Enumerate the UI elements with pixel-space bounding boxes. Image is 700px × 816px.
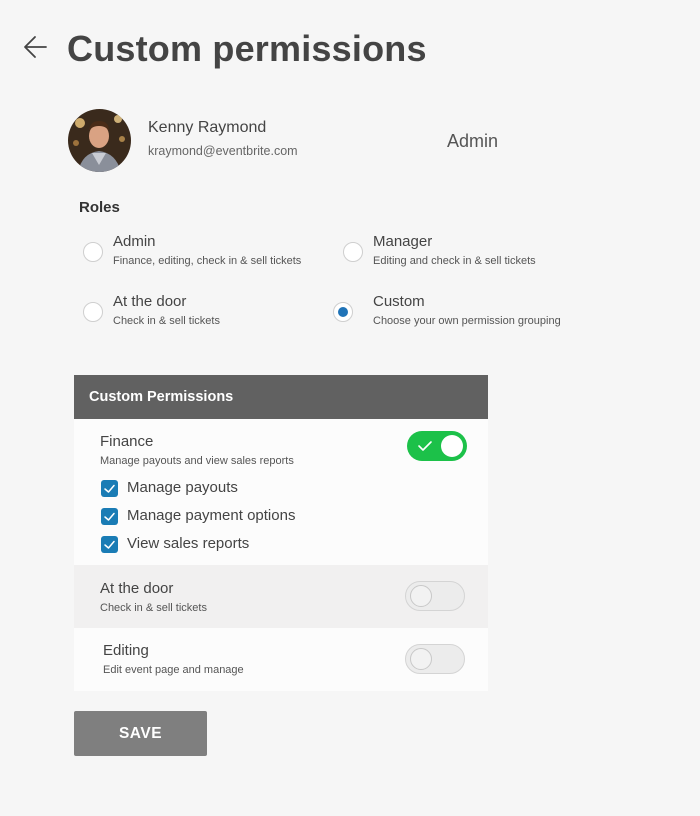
panel-header: Custom Permissions: [74, 375, 488, 419]
toggle-knob: [410, 585, 432, 607]
toggle-knob: [410, 648, 432, 670]
role-label: At the door: [113, 293, 187, 310]
roles-heading: Roles: [79, 199, 120, 216]
user-role: Admin: [447, 131, 499, 151]
at-the-door-section: At the door Check in & sell tickets: [74, 565, 488, 628]
role-description: Finance, editing, check in & sell ticket…: [113, 255, 302, 267]
toggle-knob: [441, 435, 463, 457]
role-label: Admin: [113, 233, 156, 250]
avatar: [68, 109, 131, 172]
checkbox-label: Manage payment options: [127, 507, 296, 524]
check-icon: [104, 540, 115, 549]
role-description: Check in & sell tickets: [113, 315, 220, 327]
radio-button[interactable]: [83, 242, 103, 262]
checkbox-label: Manage payouts: [127, 479, 238, 496]
back-arrow-icon[interactable]: [22, 34, 50, 60]
role-label: Manager: [373, 233, 433, 250]
section-description: Check in & sell tickets: [100, 602, 207, 614]
finance-toggle[interactable]: [407, 431, 467, 461]
check-icon: [104, 484, 115, 493]
user-name: Kenny Raymond: [148, 119, 267, 136]
section-description: Manage payouts and view sales reports: [100, 455, 294, 467]
section-title: Editing: [103, 642, 149, 659]
role-description: Choose your own permission grouping: [373, 315, 561, 327]
section-description: Edit event page and manage: [103, 664, 244, 676]
checkbox-checked[interactable]: [101, 508, 118, 525]
radio-button-selected[interactable]: [333, 302, 353, 322]
custom-permissions-panel: Custom Permissions Finance Manage payout…: [74, 375, 488, 691]
checkbox-checked[interactable]: [101, 480, 118, 497]
check-icon: [418, 441, 432, 451]
checkbox-checked[interactable]: [101, 536, 118, 553]
editing-toggle[interactable]: [405, 644, 465, 674]
save-button[interactable]: SAVE: [74, 711, 207, 756]
section-title: Finance: [100, 433, 154, 450]
user-email: kraymond@eventbrite.com: [148, 144, 298, 158]
check-icon: [104, 512, 115, 521]
section-title: At the door: [100, 580, 174, 597]
at-the-door-toggle[interactable]: [405, 581, 465, 611]
editing-section: Editing Edit event page and manage: [74, 628, 488, 691]
radio-button[interactable]: [83, 302, 103, 322]
checkbox-label: View sales reports: [127, 535, 250, 552]
page-title: Custom permissions: [67, 28, 427, 69]
radio-button[interactable]: [343, 242, 363, 262]
role-description: Editing and check in & sell tickets: [373, 255, 536, 267]
role-label: Custom: [373, 293, 425, 310]
finance-section: Finance Manage payouts and view sales re…: [74, 419, 488, 565]
